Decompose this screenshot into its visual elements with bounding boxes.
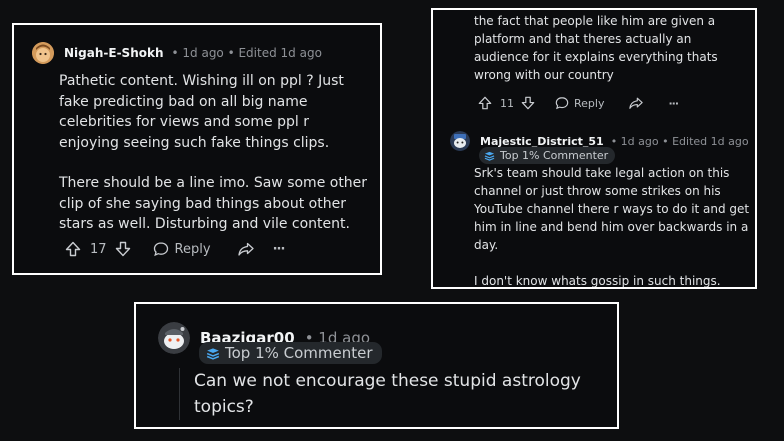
parent-comment-excerpt: the fact that people like him are given …	[474, 14, 718, 82]
comment-body: Can we not encourage these stupid astrol…	[194, 368, 594, 420]
user-avatar[interactable]	[450, 131, 470, 151]
username[interactable]: Nigah-E-Shokh	[64, 46, 164, 60]
parent-comment-actions: 11 Reply ···	[478, 96, 679, 110]
comment-card-nigah: Nigah-E-Shokh • 1d ago • Edited 1d ago P…	[12, 23, 382, 275]
comment-card-baazigar: Baazigar00 • 1d ago Top 1% Commenter Can…	[134, 302, 619, 429]
username[interactable]: Majestic_District_51	[480, 135, 604, 148]
more-options-button[interactable]: ···	[668, 97, 679, 110]
reply-button[interactable]: Reply	[153, 241, 211, 257]
share-button[interactable]	[628, 96, 644, 110]
share-button[interactable]	[237, 241, 255, 257]
reply-button[interactable]: Reply	[555, 96, 604, 110]
snoo-avatar-icon	[450, 131, 470, 151]
more-options-button[interactable]: ···	[273, 242, 286, 257]
share-arrow-icon	[629, 97, 644, 109]
downvote-button[interactable]	[521, 96, 535, 110]
comment-body: Pathetic content. Wishing ill on ppl ? J…	[59, 71, 369, 235]
upvote-button[interactable]	[478, 96, 492, 110]
speech-bubble-icon	[555, 97, 569, 110]
speech-bubble-icon	[153, 242, 168, 257]
comment-paragraph: There should be a line imo. Saw some oth…	[59, 175, 368, 232]
downvote-button[interactable]	[115, 241, 131, 257]
user-avatar[interactable]	[158, 322, 190, 354]
reply-label: Reply	[574, 96, 605, 110]
comment-meta: • 1d ago • Edited 1d ago	[610, 134, 749, 148]
stack-badge-icon	[206, 348, 220, 360]
comment-paragraph: I don't know whats gossip in such things…	[474, 274, 721, 288]
thread-line	[179, 368, 180, 420]
arrow-up-icon	[478, 96, 492, 110]
badge-label: Top 1% Commenter	[225, 344, 373, 362]
reply-label: Reply	[174, 241, 211, 257]
comment-actions: 17 Reply ···	[65, 241, 286, 257]
avatar-face-icon	[32, 42, 54, 64]
stack-badge-icon	[484, 151, 495, 161]
vote-count: 17	[90, 241, 107, 257]
arrow-down-icon	[521, 96, 535, 110]
comment-paragraph: Srk's team should take legal action on t…	[474, 166, 750, 252]
top-commenter-badge: Top 1% Commenter	[199, 342, 382, 364]
badge-row: Top 1% Commenter	[199, 342, 382, 364]
comment-meta: • 1d ago • Edited 1d ago	[171, 46, 322, 60]
arrow-down-icon	[115, 241, 130, 257]
comment-paragraph: Can we not encourage these stupid astrol…	[194, 371, 581, 417]
arrow-up-icon	[65, 241, 81, 257]
upvote-button[interactable]	[65, 241, 81, 257]
badge-row: Top 1% Commenter	[479, 147, 616, 164]
badge-label: Top 1% Commenter	[500, 149, 609, 162]
user-avatar[interactable]	[32, 42, 54, 64]
comment-header: Nigah-E-Shokh • 1d ago • Edited 1d ago	[32, 42, 322, 64]
comment-paragraph: Pathetic content. Wishing ill on ppl ? J…	[59, 73, 344, 151]
top-commenter-badge: Top 1% Commenter	[479, 147, 616, 164]
comment-body: Srk's team should take legal action on t…	[474, 164, 750, 288]
share-arrow-icon	[237, 242, 254, 256]
vote-count: 11	[500, 96, 514, 110]
comment-card-majestic: the fact that people like him are given …	[431, 8, 757, 289]
snoo-avatar-icon	[158, 322, 190, 354]
